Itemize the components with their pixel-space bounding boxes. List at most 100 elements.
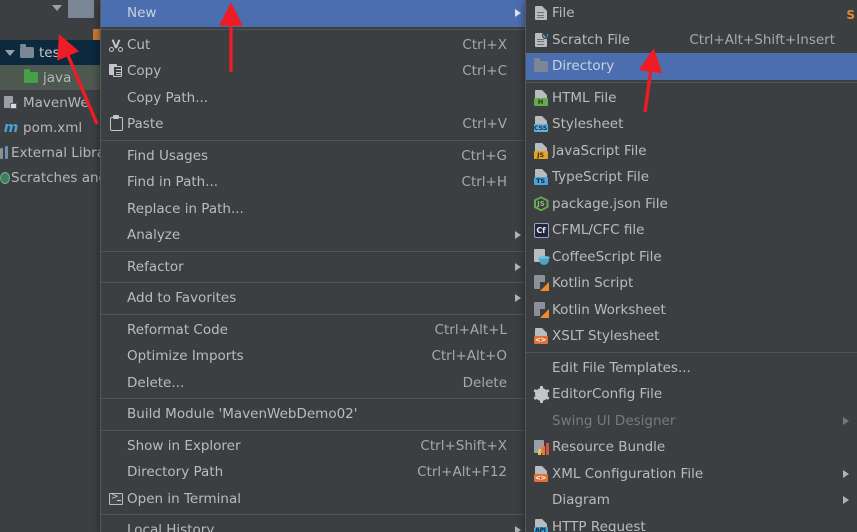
tree-item-mavenweb[interactable]: MavenWe (0, 90, 108, 115)
submenu-item-diagram[interactable]: Diagram (526, 487, 857, 514)
submenu-item-resource-bundle[interactable]: Resource Bundle (526, 434, 857, 461)
tree-item-label: Scratches and (11, 169, 108, 186)
ts-file-icon: TS (530, 169, 552, 186)
menu-item-shortcut: Ctrl+C (462, 63, 507, 80)
submenu-item-editorconfig-file[interactable]: EditorConfig File (526, 381, 857, 408)
submenu-item-cfml-cfc-file[interactable]: Cf CFML/CFC file (526, 217, 857, 244)
menu-item-copy-path[interactable]: Copy Path... (101, 85, 529, 112)
submenu-item-http-request[interactable]: API HTTP Request (526, 514, 857, 532)
menu-separator (101, 250, 529, 252)
tree-item-external-libraries[interactable]: External Libra (0, 140, 108, 165)
submenu-item-label: HTTP Request (552, 518, 646, 532)
new-submenu[interactable]: File Scratch File Ctrl+Alt+Shift+Insert … (525, 0, 857, 532)
submenu-item-stylesheet[interactable]: CSS Stylesheet (526, 111, 857, 138)
tree-partial-chevron-icon (52, 5, 62, 11)
submenu-item-coffeescript-file[interactable]: CoffeeScript File (526, 244, 857, 271)
tree-item-scratches[interactable]: Scratches and (0, 165, 108, 190)
submenu-item-package-json-file[interactable]: JS package.json File (526, 191, 857, 218)
tree-partial-folder-icon (68, 0, 94, 18)
menu-item-label: Paste (127, 116, 164, 133)
menu-item-new[interactable]: New (101, 0, 529, 27)
chevron-right-icon (835, 416, 849, 425)
tree-item-label: MavenWe (23, 94, 89, 111)
menu-item-directory-path[interactable]: Directory Path Ctrl+Alt+F12 (101, 459, 529, 486)
menu-item-label: Show in Explorer (127, 437, 241, 454)
scratch-file-icon (530, 31, 552, 47)
tree-item-label: test (39, 44, 65, 61)
menu-item-cut[interactable]: Cut Ctrl+X (101, 32, 529, 59)
submenu-item-shortcut: Ctrl+Alt+Shift+Insert (689, 31, 835, 48)
submenu-item-edit-file-templates[interactable]: Edit File Templates... (526, 355, 857, 382)
menu-item-local-history[interactable]: Local History (101, 517, 529, 532)
coffeescript-icon (530, 248, 552, 265)
menu-item-shortcut: Ctrl+X (462, 36, 507, 53)
submenu-item-label: Kotlin Script (552, 275, 634, 292)
tree-item-label: External Libra (11, 144, 105, 161)
xml-file-icon: <> (530, 465, 552, 482)
chevron-right-icon (507, 526, 521, 532)
chevron-right-icon (835, 469, 849, 478)
menu-separator (101, 313, 529, 315)
menu-item-label: Refactor (127, 258, 184, 275)
chevron-down-icon[interactable] (2, 49, 18, 56)
menu-item-replace-in-path[interactable]: Replace in Path... (101, 196, 529, 223)
submenu-item-label: HTML File (552, 89, 617, 106)
kotlin-icon (530, 275, 552, 292)
submenu-item-label: Kotlin Worksheet (552, 301, 666, 318)
menu-item-label: Copy (127, 63, 162, 80)
menu-item-optimize-imports[interactable]: Optimize Imports Ctrl+Alt+O (101, 343, 529, 370)
menu-item-open-in-terminal[interactable]: Open in Terminal (101, 486, 529, 513)
menu-item-label: Cut (127, 36, 151, 53)
library-icon (0, 146, 10, 159)
tree-item-pom-xml[interactable]: m pom.xml (0, 115, 108, 140)
project-tree-panel[interactable]: test java MavenWe m pom.xml External Lib… (0, 0, 108, 532)
menu-item-shortcut: Ctrl+Shift+X (420, 437, 507, 454)
submenu-item-label: JavaScript File (552, 142, 647, 159)
submenu-item-directory[interactable]: Directory (526, 53, 857, 80)
menu-item-show-in-explorer[interactable]: Show in Explorer Ctrl+Shift+X (101, 433, 529, 460)
menu-item-build-module[interactable]: Build Module 'MavenWebDemo02' (101, 401, 529, 428)
menu-item-find-in-path[interactable]: Find in Path... Ctrl+H (101, 169, 529, 196)
menu-item-shortcut: Ctrl+Alt+L (434, 321, 507, 338)
submenu-item-kotlin-script[interactable]: Kotlin Script (526, 270, 857, 297)
menu-item-paste[interactable]: Paste Ctrl+V (101, 111, 529, 138)
menu-item-label: Find Usages (127, 147, 209, 164)
menu-item-shortcut: Ctrl+Alt+F12 (417, 464, 507, 481)
menu-separator (101, 514, 529, 515)
submenu-item-label: Stylesheet (552, 116, 624, 133)
menu-item-label: Replace in Path... (127, 200, 244, 217)
menu-item-shortcut: Delete (462, 374, 507, 391)
menu-item-find-usages[interactable]: Find Usages Ctrl+G (101, 143, 529, 170)
menu-item-refactor[interactable]: Refactor (101, 254, 529, 281)
submenu-item-scratch-file[interactable]: Scratch File Ctrl+Alt+Shift+Insert (526, 27, 857, 54)
menu-item-shortcut: Ctrl+G (461, 147, 507, 164)
submenu-item-javascript-file[interactable]: JS JavaScript File (526, 138, 857, 165)
submenu-item-file[interactable]: File (526, 0, 857, 27)
paste-icon (105, 115, 127, 132)
submenu-item-xml-configuration-file[interactable]: <> XML Configuration File (526, 461, 857, 488)
menu-item-label: Local History (127, 522, 215, 532)
submenu-item-typescript-file[interactable]: TS TypeScript File (526, 164, 857, 191)
submenu-item-label: Diagram (552, 492, 610, 509)
tree-item-test[interactable]: test (0, 40, 108, 65)
chevron-right-icon (835, 496, 849, 505)
menu-item-reformat-code[interactable]: Reformat Code Ctrl+Alt+L (101, 317, 529, 344)
context-menu[interactable]: New Cut Ctrl+X Copy Ctrl+C Copy Path... … (100, 0, 530, 532)
submenu-item-label: TypeScript File (552, 169, 650, 186)
menu-item-delete[interactable]: Delete... Delete (101, 370, 529, 397)
submenu-item-label: File (552, 5, 575, 22)
submenu-item-label: Edit File Templates... (552, 359, 691, 376)
submenu-item-html-file[interactable]: H HTML File (526, 85, 857, 112)
menu-separator (101, 429, 529, 431)
submenu-item-xslt-stylesheet[interactable]: <> XSLT Stylesheet (526, 323, 857, 350)
html-file-icon: H (530, 89, 552, 106)
submenu-item-label: Scratch File (552, 31, 630, 48)
copy-icon (105, 64, 127, 78)
tree-item-java[interactable]: java (0, 65, 108, 90)
xml-file-icon: <> (530, 328, 552, 345)
kotlin-icon (530, 301, 552, 318)
menu-item-copy[interactable]: Copy Ctrl+C (101, 58, 529, 85)
menu-item-analyze[interactable]: Analyze (101, 222, 529, 249)
submenu-item-kotlin-worksheet[interactable]: Kotlin Worksheet (526, 297, 857, 324)
menu-item-add-to-favorites[interactable]: Add to Favorites (101, 285, 529, 312)
